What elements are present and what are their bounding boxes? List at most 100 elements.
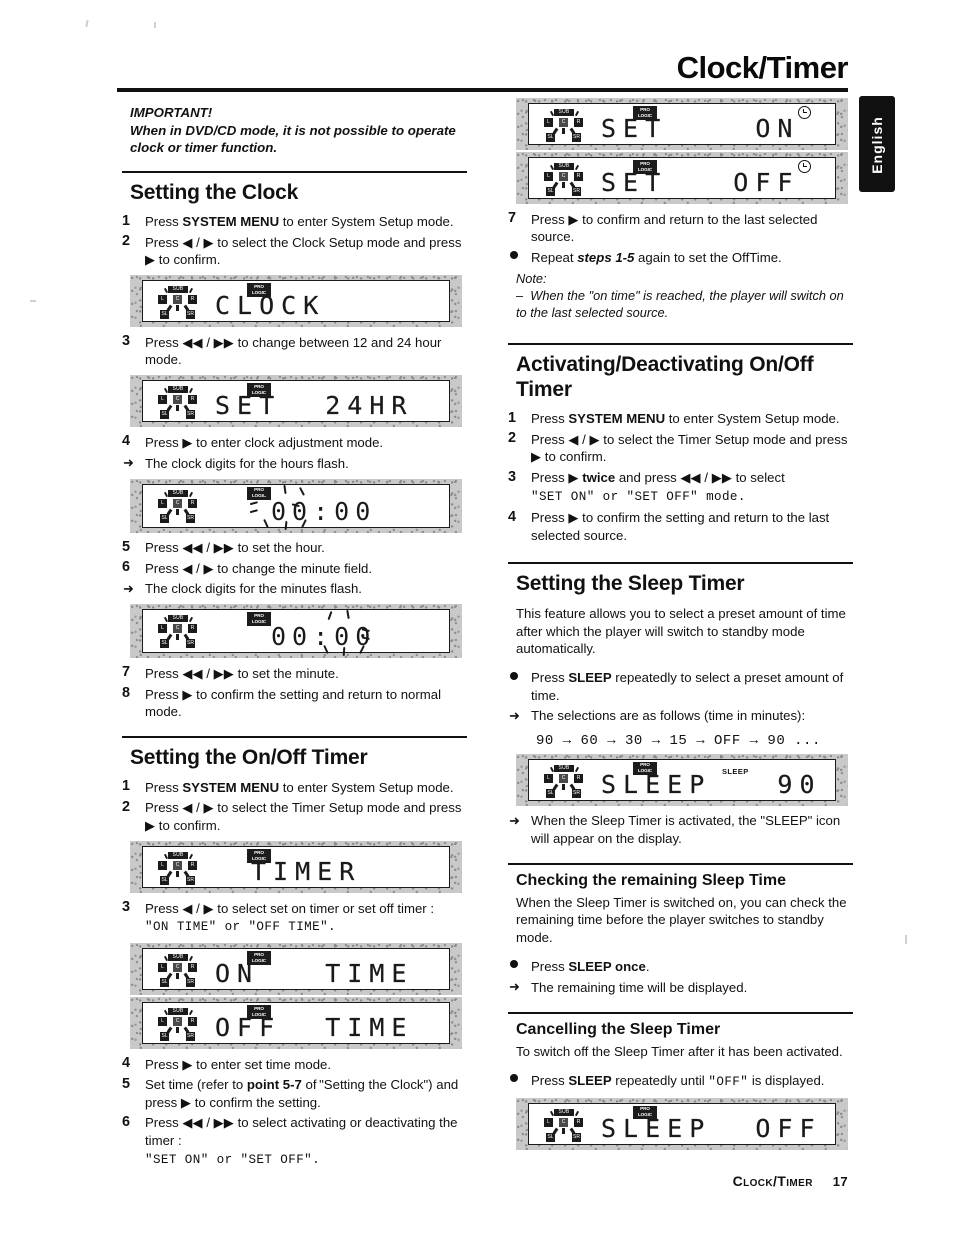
lcd-text: OFF TIME: [215, 1013, 414, 1043]
left-column: IMPORTANT! When in DVD/CD mode, it is no…: [122, 96, 467, 1171]
speaker-l-icon: L: [158, 861, 167, 870]
section-setting-onoff-timer: Setting the On/Off Timer 1 Press SYSTEM …: [122, 736, 467, 1171]
speaker-l-icon: L: [544, 773, 553, 783]
speaker-r-icon: R: [574, 773, 583, 783]
wave-icon: [188, 956, 194, 962]
wave-icon: [562, 783, 565, 790]
result-hours-flash: ➜ The clock digits for the hours flash.: [122, 453, 467, 474]
section-setting-the-clock: Setting the Clock 1 Press SYSTEM MENU to…: [122, 170, 467, 723]
speaker-sr-icon: SR: [572, 187, 581, 196]
lcd-screen: SUB L C R SL SR PRO LOGIC SET 24HR: [142, 380, 450, 423]
speaker-sl-icon: SL: [160, 410, 169, 420]
checking-remaining-result: ➜ The remaining time will be displayed.: [508, 977, 853, 998]
important-notice: IMPORTANT! When in DVD/CD mode, it is no…: [130, 104, 467, 157]
pro-logic-line1: PRO: [640, 762, 650, 767]
lcd-text: 00:00: [271, 622, 377, 652]
result-text: The remaining time will be displayed.: [531, 979, 748, 995]
step-item: 1 Press SYSTEM MENU to enter System Setu…: [508, 409, 840, 427]
speaker-sr-icon: SR: [186, 1032, 195, 1042]
speaker-c-icon: C: [559, 172, 568, 181]
page-title: Clock/Timer: [676, 50, 849, 85]
step-number: 2: [122, 798, 131, 815]
section-heading-setting-the-clock: Setting the Clock: [122, 170, 467, 212]
bullet-icon: [510, 251, 518, 260]
result-text: When the Sleep Timer is activated, the "…: [531, 813, 841, 846]
speaker-cluster-icon: SUB L C R SL SR: [152, 1008, 210, 1042]
sleep-icon-result: ➜ When the Sleep Timer is activated, the…: [508, 811, 853, 849]
step-item: 6 Press ◀◀ / ▶▶ to select activating or …: [122, 1113, 467, 1171]
steps-setting-the-clock: 1 Press SYSTEM MENU to enter System Setu…: [122, 212, 467, 271]
speaker-c-icon: C: [173, 295, 182, 305]
step-number: 3: [122, 333, 131, 350]
step-item: 7 Press ▶ to confirm and return to the l…: [508, 209, 853, 247]
sub-icon: SUB: [554, 1108, 574, 1116]
sub-icon: SUB: [168, 954, 188, 962]
step-text: Press ◀◀ / ▶▶ to set the hour.: [145, 540, 325, 556]
step-number: 2: [508, 430, 517, 447]
step-item: 7 Press ◀◀ / ▶▶ to set the minute.: [122, 663, 467, 684]
step-text: Press ▶ to enter clock adjustment mode.: [145, 434, 384, 450]
speaker-c-icon: C: [173, 963, 182, 973]
pro-logic-line1: PRO: [254, 849, 264, 855]
wave-icon: [562, 182, 565, 188]
step-text: Press ◀◀ / ▶▶ to change between 12 and 2…: [145, 334, 442, 368]
sleep-selections-result: ➜ The selections are as follows (time in…: [508, 706, 853, 727]
step-item-bullet: Repeat steps 1-5 again to set the OffTim…: [508, 247, 853, 268]
language-tab: English: [859, 96, 895, 192]
result-minutes-flash: ➜ The clock digits for the minutes flash…: [122, 579, 467, 600]
step-number: 1: [122, 778, 131, 795]
speaker-cluster-icon: SUB L C R SL SR: [538, 109, 596, 143]
speaker-sr-icon: SR: [186, 310, 195, 320]
wave-icon: [188, 853, 194, 860]
lcd-text: SET 24HR: [215, 391, 414, 421]
sub-icon: SUB: [168, 286, 188, 294]
pro-logic-line1: PRO: [254, 951, 264, 957]
step-item: 4 Press ▶ to enter clock adjustment mode…: [122, 432, 467, 453]
sub-icon: SUB: [168, 1008, 188, 1016]
language-tab-label: English: [869, 116, 885, 174]
lcd-screen: SUB L C R SL SR PRO LOGIC: [142, 609, 450, 657]
twice-emphasis: twice: [582, 470, 616, 486]
wave-icon: [562, 1127, 565, 1134]
pro-logic-line1: PRO: [254, 383, 264, 389]
speaker-r-icon: R: [188, 963, 197, 973]
step-item: 2 Press ◀ / ▶ to select the Timer Setup …: [122, 798, 462, 833]
steps-setting-the-clock-cont3: 5 Press ◀◀ / ▶▶ to set the hour. 6 Press…: [122, 538, 467, 579]
speaker-sr-icon: SR: [572, 133, 581, 142]
step-item-bullet: Press SLEEP repeatedly until "OFF" is di…: [508, 1070, 853, 1093]
flash-indicator: 00:00: [143, 610, 449, 657]
step-text: Press ◀ / ▶ to select set on timer or se…: [145, 900, 435, 916]
note-heading: Note:: [516, 270, 547, 286]
lcd-text: ON TIME: [215, 959, 414, 989]
speaker-sl-icon: SL: [546, 788, 555, 798]
speaker-r-icon: R: [188, 295, 197, 305]
step-number: 3: [122, 899, 131, 915]
mode-values: "SET ON" or "SET OFF".: [145, 1152, 321, 1167]
bullet-icon: [510, 960, 518, 969]
speaker-sl-icon: SL: [160, 978, 169, 988]
lcd-text: SET OFF: [601, 168, 800, 197]
lcd-display-on-time: SUB L C R SL SR PRO LOGIC ON TIME: [130, 943, 462, 996]
step-item: 1 Press SYSTEM MENU to enter System Setu…: [122, 778, 454, 795]
speaker-cluster-icon: SUB L C R SL SR: [538, 764, 596, 799]
speaker-l-icon: L: [158, 295, 167, 305]
step-number: 2: [122, 233, 131, 250]
steps-setting-the-clock-cont4: 7 Press ◀◀ / ▶▶ to set the minute. 8 Pre…: [122, 663, 467, 722]
speaker-r-icon: R: [188, 395, 197, 405]
arrow-icon: ➜: [509, 979, 520, 995]
arrow-icon: ➜: [123, 580, 134, 596]
arrow-icon: ➜: [509, 812, 520, 828]
key-sleep: SLEEP: [568, 1072, 612, 1088]
section-checking-remaining: Checking the remaining Sleep Time When t…: [508, 862, 853, 998]
speaker-sl-icon: SL: [546, 1132, 555, 1142]
steps-activating-deactivating: 1 Press SYSTEM MENU to enter System Setu…: [508, 409, 853, 546]
result-text: The clock digits for the hours flash.: [145, 455, 349, 471]
step-item-bullet: Press SLEEP once.: [508, 956, 853, 977]
step-number: 4: [508, 508, 517, 525]
key-system-menu: SYSTEM MENU: [182, 779, 280, 795]
wave-icon: [574, 110, 580, 117]
speaker-r-icon: R: [574, 118, 583, 127]
wave-icon: [188, 288, 194, 294]
step-text: Press ◀ / ▶ to change the minute field.: [145, 560, 373, 576]
section-setting-sleep-timer: Setting the Sleep Timer This feature all…: [508, 561, 853, 849]
